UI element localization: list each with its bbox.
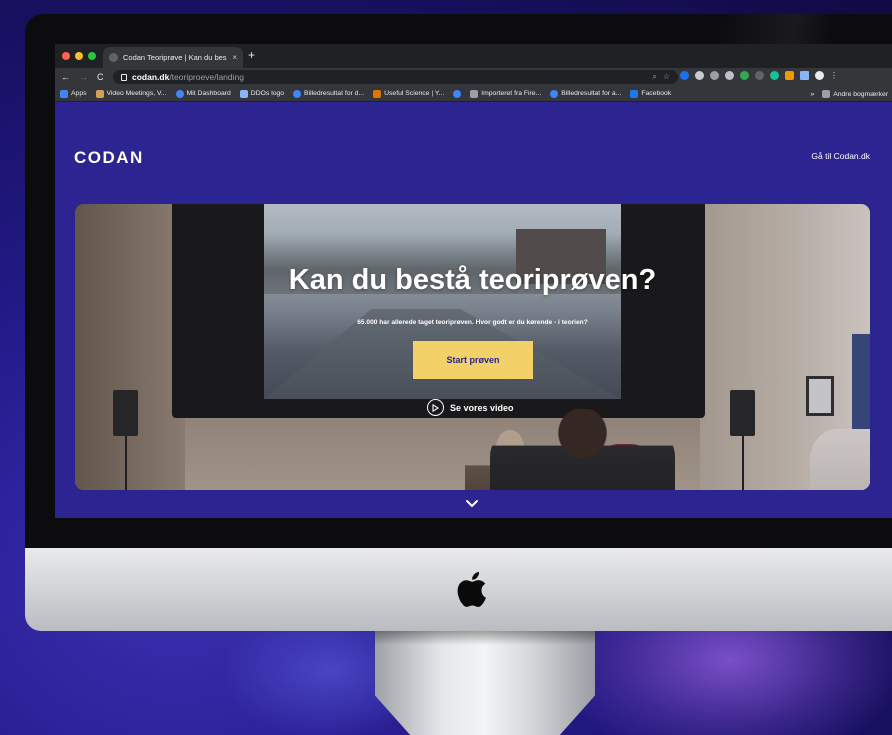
bookmark-item[interactable]: Facebook <box>630 89 672 98</box>
bookmark-label: Importeret fra Fire... <box>481 90 542 97</box>
tab-favicon-icon <box>109 53 118 62</box>
extensions-bar: ⋮ <box>680 71 838 80</box>
bookmark-label: Mit Dashboard <box>186 90 231 97</box>
google-icon <box>550 89 559 98</box>
address-bar[interactable]: codan.dk/teoriproeve/landing ⌕ ☆ <box>113 70 678 84</box>
back-button[interactable]: ← <box>61 72 70 82</box>
image-icon <box>239 89 248 98</box>
bookmark-label: Useful Science | Y... <box>384 90 445 97</box>
other-bookmarks-label: Andre bogmærker <box>833 90 888 98</box>
bookmark-item[interactable] <box>453 89 462 98</box>
other-bookmarks-button[interactable]: Andre bogmærker <box>822 90 888 98</box>
bookmark-label: Video Meetings, V... <box>106 90 167 97</box>
bookmark-item[interactable]: Mit Dashboard <box>175 89 231 98</box>
bookmark-item[interactable]: Billedresultat for d... <box>293 89 365 98</box>
watch-video-label: Se vores video <box>450 402 514 413</box>
cast-icon[interactable] <box>800 71 809 80</box>
start-test-button[interactable]: Start prøven <box>413 341 533 379</box>
folder-icon <box>470 89 479 98</box>
bookmark-item[interactable]: Useful Science | Y... <box>373 89 445 98</box>
bookmark-item[interactable]: Importeret fra Fire... <box>470 89 542 98</box>
forward-button[interactable]: → <box>79 72 88 82</box>
close-window-button[interactable] <box>62 52 70 60</box>
reload-button[interactable]: C <box>97 72 104 82</box>
bookmark-label: Facebook <box>641 90 672 97</box>
profile-avatar[interactable] <box>815 71 824 80</box>
bookmark-label: Billedresultat for d... <box>304 90 365 97</box>
scroll-down-chevron-icon[interactable] <box>464 499 480 509</box>
url-host: codan.dk <box>132 72 170 82</box>
tab-title: Codan Teoriprøve | Kan du bes <box>123 53 227 62</box>
extension-icon[interactable] <box>680 71 689 80</box>
codan-logo[interactable]: CODAN <box>74 148 144 168</box>
minimize-window-button[interactable] <box>75 52 83 60</box>
bookmark-item[interactable]: DDOs logo <box>239 89 285 98</box>
download-extension-icon[interactable] <box>740 71 749 80</box>
bookmark-label: Billedresultat for a... <box>561 90 622 97</box>
hero-title: Kan du bestå teoriprøven? <box>288 264 657 296</box>
video-icon <box>95 89 104 98</box>
google-icon <box>175 89 184 98</box>
tab-close-icon[interactable]: × <box>232 53 237 62</box>
hero-section: Kan du bestå teoriprøven? 65.000 har all… <box>75 204 870 490</box>
goto-codan-link[interactable]: Gå til Codan.dk <box>811 151 870 161</box>
apple-logo-icon <box>457 571 486 607</box>
facebook-icon <box>630 89 639 98</box>
bookmark-item[interactable]: Video Meetings, V... <box>95 89 167 98</box>
url-path: /teoriproeve/landing <box>169 72 244 82</box>
browser-tab-bar: Codan Teoriprøve | Kan du bes × + <box>55 44 892 68</box>
bookmarks-overflow-button[interactable]: » <box>810 91 814 98</box>
new-tab-button[interactable]: + <box>248 48 255 62</box>
bookmark-label: DDOs logo <box>250 90 285 97</box>
hero-subtitle: 65.000 har allerede taget teoriprøven. H… <box>357 319 588 326</box>
circle-icon <box>453 89 462 98</box>
maximize-window-button[interactable] <box>88 52 96 60</box>
bookmark-label: Apps <box>71 90 87 97</box>
science-icon <box>373 89 382 98</box>
menu-kebab-icon[interactable]: ⋮ <box>830 71 838 80</box>
watch-video-link[interactable]: Se vores video <box>427 399 514 416</box>
apps-grid-icon <box>60 89 68 98</box>
bookmark-star-icon[interactable]: ☆ <box>663 70 670 84</box>
glasses-extension-icon[interactable] <box>725 71 734 80</box>
browser-toolbar: ← → C codan.dk/teoriproeve/landing ⌕ ☆ ⋮ <box>55 68 892 86</box>
camera-extension-icon[interactable] <box>695 71 704 80</box>
monitor-stand-shadow <box>375 631 595 645</box>
grammarly-icon[interactable] <box>770 71 779 80</box>
script-extension-icon[interactable] <box>755 71 764 80</box>
monitor-stand <box>375 631 595 735</box>
zoom-icon[interactable]: ⌕ <box>652 70 656 84</box>
google-icon <box>293 89 302 98</box>
extension-icon[interactable] <box>785 71 794 80</box>
lock-icon <box>121 73 127 81</box>
nav-buttons: ← → C <box>55 72 115 82</box>
url-text: codan.dk/teoriproeve/landing <box>132 72 244 82</box>
bookmarks-bar: Apps Video Meetings, V... Mit Dashboard DDO… <box>55 86 892 102</box>
bookmark-item[interactable]: Apps <box>60 89 87 98</box>
bookmark-item[interactable]: Billedresultat for a... <box>550 89 622 98</box>
browser-tab-active[interactable]: Codan Teoriprøve | Kan du bes × <box>103 47 243 68</box>
window-controls <box>62 52 96 60</box>
screen: Codan Teoriprøve | Kan du bes × + ← → C … <box>55 44 892 518</box>
skype-extension-icon[interactable] <box>710 71 719 80</box>
play-icon <box>427 399 444 416</box>
bookmarks-right: » Andre bogmærker <box>804 86 888 101</box>
folder-icon <box>822 90 831 98</box>
codan-landing-page: CODAN Gå til Codan.dk Kan du bestå teori… <box>55 102 892 518</box>
